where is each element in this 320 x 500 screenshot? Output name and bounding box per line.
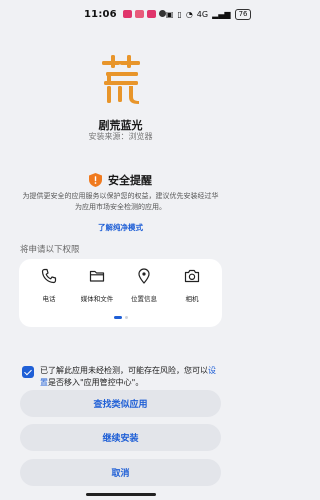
page-indicator xyxy=(19,316,222,319)
signal-icon: ▂▄▆ xyxy=(212,9,231,19)
cancel-button[interactable]: 取消 xyxy=(20,459,221,486)
status-right: ▣ ▯ ◔ 4G ▂▄▆ 76 xyxy=(165,8,252,20)
find-similar-apps-button[interactable]: 查找类似应用 xyxy=(20,390,221,417)
permissions-heading: 将申请以下权限 xyxy=(20,245,80,255)
consent-text-after: 是否移入"应用管控中心"。 xyxy=(48,378,144,387)
notification-app-icon xyxy=(146,10,156,18)
phone-icon xyxy=(41,268,57,284)
page-dot-active xyxy=(113,316,122,319)
folder-icon xyxy=(89,270,105,282)
notification-app-icon xyxy=(122,10,132,18)
permission-phone: 电话 xyxy=(25,268,73,303)
permission-label: 相机 xyxy=(185,295,199,303)
app-logo xyxy=(102,55,140,104)
home-indicator[interactable] xyxy=(86,493,156,496)
install-source: 安装来源：浏览器 xyxy=(88,132,153,141)
battery-icon: 76 xyxy=(234,8,252,20)
shield-warning-icon xyxy=(89,173,102,187)
camera-icon xyxy=(184,269,200,283)
continue-install-button[interactable]: 继续安装 xyxy=(20,424,221,451)
permission-label: 电话 xyxy=(42,295,56,303)
consent-row: 已了解此应用未经检测，可能存在风险，您可以设置是否移入"应用管控中心"。 xyxy=(22,365,222,389)
security-title-text: 安全提醒 xyxy=(108,174,152,187)
wifi-icon: ◔ xyxy=(185,9,193,19)
location-icon xyxy=(138,268,150,284)
permission-label: 媒体和文件 xyxy=(80,295,114,303)
notification-app-icon xyxy=(134,10,144,18)
learn-pure-mode-link[interactable]: 了解纯净模式 xyxy=(0,222,241,233)
consent-text-before: 已了解此应用未经检测，可能存在风险，您可以 xyxy=(40,366,208,375)
consent-checkbox[interactable] xyxy=(22,366,34,378)
permission-media-files: 媒体和文件 xyxy=(73,268,121,303)
security-title: 安全提醒 xyxy=(0,172,241,188)
page-dot xyxy=(124,316,128,319)
notification-icons xyxy=(122,10,166,18)
permission-camera: 相机 xyxy=(168,268,216,303)
status-bar: 11:06 ▣ ▯ ◔ 4G ▂▄▆ 76 xyxy=(0,0,252,28)
nfc-icon: ▣ xyxy=(165,9,174,19)
consent-text: 已了解此应用未经检测，可能存在风险，您可以设置是否移入"应用管控中心"。 xyxy=(40,365,222,389)
status-time: 11:06 xyxy=(84,8,117,20)
security-description: 为提供更安全的应用服务以保护您的权益，建议优先安装经过华为应用市场安全检测的应用… xyxy=(22,192,219,211)
permission-location: 位置信息 xyxy=(120,268,168,303)
network-type: 4G xyxy=(196,9,209,19)
permissions-card[interactable]: 电话 媒体和文件 位置信息 相机 xyxy=(19,259,222,327)
permission-label: 位置信息 xyxy=(131,295,157,303)
vibrate-icon: ▯ xyxy=(177,9,182,19)
notification-dot-icon xyxy=(158,10,166,17)
